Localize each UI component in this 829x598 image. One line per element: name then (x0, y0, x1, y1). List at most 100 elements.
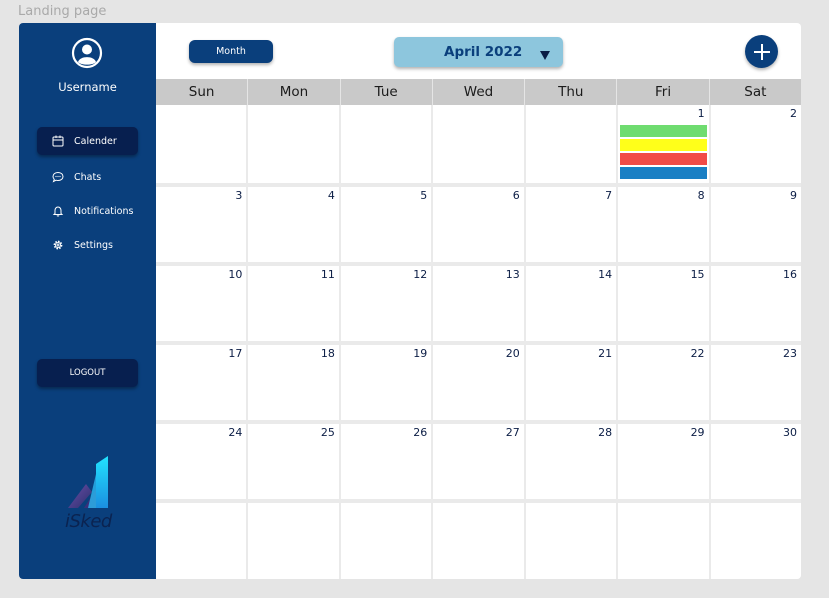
day-name-sat: Sat (744, 84, 767, 100)
calendar-day-cell[interactable] (525, 503, 617, 579)
day-number: 7 (605, 189, 613, 202)
day-number: 3 (235, 189, 243, 202)
app-window: Username Calender Chats Notifications Se… (19, 23, 801, 579)
calendar-icon (52, 135, 64, 147)
calendar-day-cell[interactable]: 26 (340, 424, 432, 499)
calendar-day-cell[interactable]: 13 (433, 266, 524, 341)
sidebar-item-label: Settings (74, 239, 113, 251)
calendar-day-cell[interactable] (156, 105, 247, 183)
calendar-day-cell[interactable]: 30 (710, 424, 801, 499)
day-number: 22 (690, 347, 705, 360)
calendar-day-cell[interactable] (340, 503, 432, 579)
day-number: 21 (598, 347, 613, 360)
calendar-day-cell[interactable]: 18 (248, 345, 339, 420)
day-number: 9 (790, 189, 797, 202)
day-number: 2 (790, 107, 797, 120)
calendar-day-cell[interactable]: 6 (433, 187, 524, 262)
month-view-button[interactable]: Month (189, 40, 273, 63)
day-number: 1 (697, 107, 705, 120)
calendar-day-cell[interactable]: 20 (433, 345, 524, 420)
day-name-thu: Thu (525, 79, 618, 105)
calendar-day-cell[interactable]: 14 (525, 266, 617, 341)
calendar-day-cell[interactable] (248, 105, 339, 183)
event-bar[interactable] (620, 125, 707, 137)
calendar-day-cell[interactable]: 15 (618, 266, 709, 341)
day-number: 5 (420, 189, 428, 202)
event-list (620, 125, 707, 179)
calendar-day-cell[interactable] (525, 105, 617, 183)
calendar-day-cell[interactable] (156, 503, 247, 579)
sidebar: Username Calender Chats Notifications Se… (19, 23, 156, 579)
day-name-wed: Wed (433, 79, 526, 105)
calendar-day-cell[interactable]: 2 (710, 105, 801, 183)
day-number: 26 (413, 426, 428, 439)
calendar-day-cell[interactable]: 24 (156, 424, 247, 499)
day-number: 6 (512, 189, 520, 202)
calendar-day-cell[interactable]: 5 (340, 187, 432, 262)
calendar-day-cell[interactable]: 4 (248, 187, 339, 262)
calendar-day-cell[interactable]: 3 (156, 187, 247, 262)
event-bar[interactable] (620, 153, 707, 165)
day-number: 20 (505, 347, 520, 360)
logout-button[interactable]: LOGOUT (37, 359, 138, 387)
day-number: 13 (505, 268, 520, 281)
calendar-day-cell[interactable] (710, 503, 801, 579)
calendar-grid: 1 2 3 4 5 6 7 8 9 10 11 12 13 14 15 16 17 18 19 20 21 22 23 24 2… (156, 105, 801, 579)
day-number: 29 (690, 426, 705, 439)
calendar-day-cell[interactable]: 8 (618, 187, 709, 262)
calendar-day-cell[interactable] (248, 503, 339, 579)
user-avatar-icon[interactable] (71, 37, 103, 69)
day-number: 14 (598, 268, 613, 281)
calendar-day-cell[interactable]: 27 (433, 424, 524, 499)
calendar-day-cell[interactable]: 9 (710, 187, 801, 262)
calendar-day-cell[interactable] (618, 503, 709, 579)
calendar-day-cell[interactable] (340, 105, 432, 183)
day-number: 25 (320, 426, 335, 439)
day-name-fri: Fri (617, 79, 710, 105)
username: Username (58, 80, 117, 94)
calendar-day-cell[interactable]: 17 (156, 345, 247, 420)
calendar-day-cell[interactable]: 7 (525, 187, 617, 262)
calendar-day-cell[interactable] (433, 105, 524, 183)
day-name-sun: Sun (156, 79, 249, 105)
calendar-day-cell[interactable]: 1 (618, 105, 709, 183)
logo-text: iSked (65, 511, 112, 532)
calendar-day-cell[interactable]: 25 (248, 424, 339, 499)
calendar-day-cell[interactable]: 12 (340, 266, 432, 341)
day-number: 17 (228, 347, 243, 360)
day-number: 19 (413, 347, 428, 360)
day-number: 23 (783, 347, 797, 360)
calendar-day-cell[interactable]: 23 (710, 345, 801, 420)
sidebar-item-calendar[interactable]: Calender (37, 127, 138, 155)
calendar-day-cell[interactable]: 29 (618, 424, 709, 499)
bell-icon (52, 205, 64, 217)
month-select[interactable]: April 2022 (394, 37, 563, 67)
calendar-day-cell[interactable]: 16 (710, 266, 801, 341)
sidebar-item-settings[interactable]: Settings (37, 231, 138, 259)
calendar-day-cell[interactable]: 10 (156, 266, 247, 341)
calendar-day-cell[interactable] (433, 503, 524, 579)
event-bar[interactable] (620, 167, 707, 179)
add-event-button[interactable] (745, 35, 778, 68)
month-select-label: April 2022 (444, 44, 523, 60)
day-number: 8 (697, 189, 705, 202)
sidebar-item-label: Notifications (74, 205, 134, 217)
calendar-day-cell[interactable]: 21 (525, 345, 617, 420)
calendar-day-cell[interactable]: 22 (618, 345, 709, 420)
event-bar[interactable] (620, 139, 707, 151)
calendar-day-cell[interactable]: 19 (340, 345, 432, 420)
frame-label: Landing page (18, 4, 107, 19)
sidebar-item-chats[interactable]: Chats (37, 163, 138, 191)
day-number: 24 (228, 426, 243, 439)
sidebar-item-label: Chats (74, 171, 102, 183)
day-number: 27 (505, 426, 520, 439)
calendar-day-cell[interactable]: 11 (248, 266, 339, 341)
day-name-tue: Tue (341, 79, 433, 105)
calendar-day-cell[interactable]: 28 (525, 424, 617, 499)
day-number: 16 (783, 268, 797, 281)
isked-logo-icon (66, 456, 110, 508)
plus-icon (753, 43, 771, 61)
sidebar-item-notifications[interactable]: Notifications (37, 197, 138, 225)
day-number: 4 (327, 189, 335, 202)
caret-down-icon (539, 46, 551, 60)
